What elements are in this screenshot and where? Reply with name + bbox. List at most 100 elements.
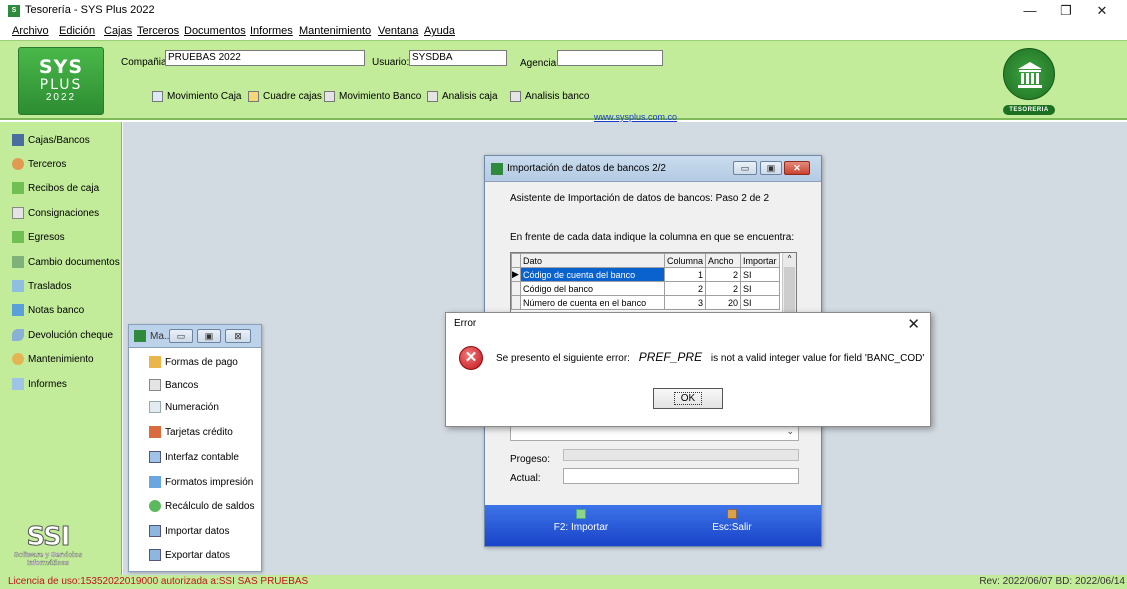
people-icon <box>12 158 24 170</box>
maintenance-window-titlebar[interactable]: Ma... ▭ ▣ ⊠ <box>129 325 261 348</box>
movimiento-caja-button[interactable]: Movimiento Caja <box>152 91 241 102</box>
export-icon <box>149 549 161 561</box>
close-button[interactable]: ⊠ <box>225 329 251 343</box>
column-header-importar[interactable]: Importar <box>740 253 780 268</box>
table-row[interactable]: Número de cuenta en el banco 3 20 SI <box>511 295 780 310</box>
mapping-grid[interactable]: Dato Columna Ancho Importar ▶ Código de … <box>510 252 797 314</box>
cuadre-cajas-button[interactable]: Cuadre cajas <box>248 91 322 102</box>
wizard-instruction: En frente de cada data indique la column… <box>510 232 795 243</box>
list-item-tarjetas-credito[interactable]: Tarjetas crédito <box>149 426 233 438</box>
building-icon <box>1018 62 1042 88</box>
interface-icon <box>149 451 161 463</box>
sidebar-item-mantenimiento[interactable]: Mantenimiento <box>12 353 94 365</box>
maximize-button[interactable]: ▣ <box>760 161 782 175</box>
import-icon <box>576 509 586 519</box>
menu-archivo[interactable]: Archivo <box>12 25 49 37</box>
menu-terceros[interactable]: Terceros <box>137 25 179 37</box>
analisis-banco-button[interactable]: Analisis banco <box>510 91 589 102</box>
note-icon <box>12 304 24 316</box>
window-title: Tesorería - SYS Plus 2022 <box>25 4 155 16</box>
list-item-exportar-datos[interactable]: Exportar datos <box>149 549 230 561</box>
agency-label: Agencia: <box>520 58 559 69</box>
menu-informes[interactable]: Informes <box>250 25 293 37</box>
sidebar-item-devolucion-cheque[interactable]: Devolución cheque <box>12 329 113 341</box>
cashbox-icon <box>12 134 24 146</box>
sidebar-item-recibos[interactable]: Recibos de caja <box>12 182 99 194</box>
minimize-button[interactable]: — <box>1012 2 1048 20</box>
agency-field[interactable] <box>557 50 663 66</box>
app-icon <box>491 163 503 175</box>
sidebar-item-traslados[interactable]: Traslados <box>12 280 72 292</box>
list-item-formatos-impresion[interactable]: Formatos impresión <box>149 476 253 488</box>
actual-label: Actual: <box>510 473 541 484</box>
revision-text: Rev: 2022/06/07 BD: 2022/06/14 <box>979 576 1125 587</box>
menu-cajas[interactable]: Cajas <box>104 25 132 37</box>
list-item-bancos[interactable]: Bancos <box>149 379 198 391</box>
progress-label: Progeso: <box>510 454 551 465</box>
minimize-button[interactable]: ▭ <box>733 161 757 175</box>
scroll-thumb[interactable] <box>784 267 795 313</box>
refresh-icon <box>149 500 161 512</box>
scroll-up-icon[interactable]: ^ <box>783 253 796 265</box>
list-item-numeracion[interactable]: Numeración <box>149 401 219 413</box>
movimiento-banco-button[interactable]: Movimiento Banco <box>324 91 421 102</box>
sidebar-item-cajas-bancos[interactable]: Cajas/Bancos <box>12 134 90 146</box>
ssi-logo: SSI Software y Servicios Informáticos <box>13 522 83 568</box>
website-link[interactable]: www.sysplus.com.co <box>594 112 677 122</box>
company-field[interactable]: PRUEBAS 2022 <box>165 50 365 66</box>
gear-icon <box>12 353 24 365</box>
close-button[interactable]: ✕ <box>784 161 810 175</box>
sidebar-item-consignaciones[interactable]: Consignaciones <box>12 207 99 219</box>
close-button[interactable]: ✕ <box>1084 2 1120 20</box>
close-icon[interactable]: ✕ <box>907 315 920 333</box>
menu-mantenimiento[interactable]: Mantenimiento <box>299 25 371 37</box>
chevron-down-icon[interactable]: ⌄ <box>786 426 794 437</box>
import-dialog-titlebar[interactable]: Importación de datos de bancos 2/2 ▭ ▣ ✕ <box>485 156 821 182</box>
list-item-recalculo-saldos[interactable]: Recálculo de saldos <box>149 500 255 512</box>
maximize-button[interactable]: ❐ <box>1048 2 1084 20</box>
mapping-table[interactable]: Dato Columna Ancho Importar ▶ Código de … <box>511 253 780 310</box>
menu-ayuda[interactable]: Ayuda <box>424 25 455 37</box>
money-icon <box>12 231 24 243</box>
grid-scrollbar[interactable]: ^ <box>782 253 796 313</box>
wizard-subtitle: Asistente de Importación de datos de ban… <box>510 193 770 204</box>
user-field[interactable]: SYSDBA <box>409 50 507 66</box>
menu-documentos[interactable]: Documentos <box>184 25 246 37</box>
cashbox-icon <box>152 91 163 102</box>
import-button[interactable]: F2: Importar <box>551 509 611 533</box>
status-bar: Licencia de uso:15352022019000 autorizad… <box>0 575 1127 589</box>
sidebar-item-notas-banco[interactable]: Notas banco <box>12 304 84 316</box>
column-header-columna[interactable]: Columna <box>663 253 707 268</box>
list-item-formas-pago[interactable]: Formas de pago <box>149 356 238 368</box>
sidebar-item-cambio-documentos[interactable]: Cambio documentos <box>12 256 120 268</box>
error-dialog[interactable]: Error ✕ ✕ Se presento el siguiente error… <box>445 312 931 427</box>
sidebar-item-egresos[interactable]: Egresos <box>12 231 65 243</box>
transfer-icon <box>12 280 24 292</box>
import-icon <box>149 525 161 537</box>
table-row[interactable]: Código del banco 2 2 SI <box>511 281 780 296</box>
sidebar-item-informes[interactable]: Informes <box>12 378 67 390</box>
menu-ventana[interactable]: Ventana <box>378 25 418 37</box>
menu-bar: Archivo Edición Cajas Terceros Documento… <box>0 22 1127 40</box>
maximize-button[interactable]: ▣ <box>197 329 221 343</box>
menu-edicion[interactable]: Edición <box>59 25 95 37</box>
minimize-button[interactable]: ▭ <box>169 329 193 343</box>
analisis-caja-button[interactable]: Analisis caja <box>427 91 498 102</box>
ok-button[interactable]: OK <box>653 388 723 409</box>
list-item-interfaz-contable[interactable]: Interfaz contable <box>149 451 239 463</box>
app-icon <box>134 330 146 342</box>
error-dialog-titlebar[interactable]: Error ✕ <box>446 313 930 335</box>
column-header-dato[interactable]: Dato <box>520 253 665 268</box>
exit-button[interactable]: Esc:Salir <box>702 509 762 533</box>
bank-icon <box>510 91 521 102</box>
sidebar-item-terceros[interactable]: Terceros <box>12 158 66 170</box>
error-icon: ✕ <box>459 346 483 370</box>
column-header-ancho[interactable]: Ancho <box>705 253 742 268</box>
bank-icon <box>12 207 24 219</box>
bank-icon <box>427 91 438 102</box>
list-item-importar-datos[interactable]: Importar datos <box>149 525 229 537</box>
actual-field[interactable] <box>563 468 799 484</box>
table-row[interactable]: ▶ Código de cuenta del banco 1 2 SI <box>511 267 780 282</box>
exchange-icon <box>12 256 24 268</box>
maintenance-window[interactable]: Ma... ▭ ▣ ⊠ Formas de pago Bancos Numera… <box>128 324 262 572</box>
